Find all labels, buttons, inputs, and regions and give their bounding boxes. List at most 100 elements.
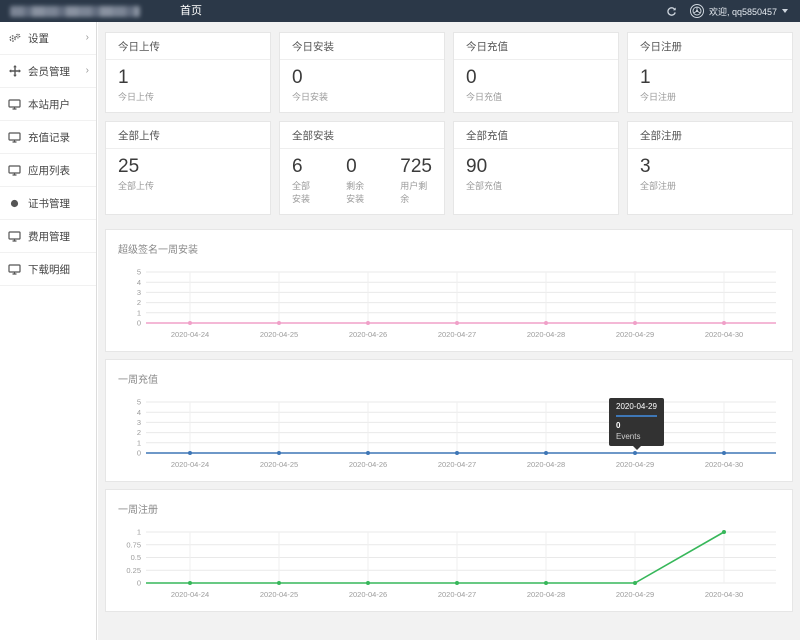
metric: 6 全部安装	[292, 156, 316, 205]
line-chart: 0123452020-04-242020-04-252020-04-262020…	[118, 268, 780, 344]
metric-label: 全部充值	[466, 179, 502, 192]
chevron-right-icon: ›	[86, 33, 89, 43]
sidebar-item-label: 本站用户	[28, 97, 70, 112]
welcome-text: 欢迎, qq5850457	[709, 5, 777, 18]
svg-text:2020-04-24: 2020-04-24	[171, 460, 209, 469]
desktop-icon	[7, 132, 22, 143]
metric-value: 0	[346, 156, 370, 178]
chart-canvas[interactable]: 0123452020-04-242020-04-252020-04-262020…	[118, 398, 780, 474]
metric-value: 1	[640, 67, 676, 89]
metric-value: 1	[118, 67, 154, 89]
sidebar-item-4[interactable]: 充值记录	[0, 121, 96, 154]
svg-text:2020-04-30: 2020-04-30	[705, 460, 743, 469]
metric-label: 剩余安装	[346, 179, 370, 205]
stat-card-body: 90 全部充值	[454, 149, 618, 201]
chart-panel-2: 一周充值 0123452020-04-242020-04-252020-04-2…	[105, 359, 793, 482]
stat-card: 全部安装 6 全部安装 0 剩余安装 725 用户剩余	[279, 121, 445, 215]
svg-text:1: 1	[137, 438, 141, 447]
svg-text:5: 5	[137, 268, 141, 277]
metric: 25 全部上传	[118, 156, 154, 192]
svg-text:1: 1	[137, 528, 141, 537]
stat-card-body: 1 今日上传	[106, 60, 270, 112]
metric-label: 用户剩余	[400, 179, 432, 205]
stat-card-title: 今日安装	[280, 33, 444, 60]
svg-text:2020-04-26: 2020-04-26	[349, 460, 387, 469]
sidebar-item-2[interactable]: 会员管理 ›	[0, 55, 96, 88]
cogs-icon	[7, 33, 22, 44]
stat-cards-row-today: 今日上传 1 今日上传 今日安装 0 今日安装 今日充值 0 今日充值 今日注册…	[105, 32, 793, 113]
svg-text:5: 5	[137, 398, 141, 407]
brand-logo-blurred[interactable]	[10, 6, 140, 17]
sidebar-item-label: 应用列表	[28, 163, 70, 178]
sidebar-item-label: 充值记录	[28, 130, 70, 145]
svg-text:2020-04-29: 2020-04-29	[616, 590, 654, 599]
svg-text:0: 0	[137, 319, 141, 328]
stat-card-title: 今日注册	[628, 33, 792, 60]
stat-card-title: 全部安装	[280, 122, 444, 149]
move-icon	[7, 65, 22, 77]
svg-text:2020-04-24: 2020-04-24	[171, 590, 209, 599]
stat-card: 今日上传 1 今日上传	[105, 32, 271, 113]
metric-label: 全部安装	[292, 179, 316, 205]
svg-text:2020-04-28: 2020-04-28	[527, 330, 565, 339]
metric: 3 全部注册	[640, 156, 676, 192]
metric-value: 0	[466, 67, 502, 89]
tooltip-caret-icon	[633, 446, 641, 450]
stat-card-body: 0 今日充值	[454, 60, 618, 112]
chart-tooltip: 2020-04-29 0 Events	[609, 398, 664, 446]
svg-text:0: 0	[137, 579, 141, 588]
tooltip-label: Events	[616, 432, 657, 441]
svg-text:0.25: 0.25	[126, 566, 141, 575]
svg-text:3: 3	[137, 418, 141, 427]
stat-card-body: 3 全部注册	[628, 149, 792, 201]
sidebar-item-7[interactable]: 费用管理	[0, 220, 96, 253]
metric: 1 今日注册	[640, 67, 676, 103]
metric-value: 0	[292, 67, 328, 89]
refresh-icon[interactable]	[666, 6, 677, 17]
metric-label: 全部注册	[640, 179, 676, 192]
stat-card: 全部上传 25 全部上传	[105, 121, 271, 215]
stat-card-title: 全部充值	[454, 122, 618, 149]
svg-text:2020-04-29: 2020-04-29	[616, 460, 654, 469]
chart-title: 超级签名一周安装	[118, 241, 780, 256]
svg-text:2020-04-25: 2020-04-25	[260, 590, 298, 599]
sidebar-item-label: 费用管理	[28, 229, 70, 244]
stat-card-body: 6 全部安装 0 剩余安装 725 用户剩余	[280, 149, 444, 214]
svg-text:2020-04-27: 2020-04-27	[438, 330, 476, 339]
chart-canvas[interactable]: 0123452020-04-242020-04-252020-04-262020…	[118, 268, 780, 344]
svg-text:2020-04-27: 2020-04-27	[438, 460, 476, 469]
circle-icon	[7, 198, 22, 209]
svg-text:2020-04-28: 2020-04-28	[527, 460, 565, 469]
stat-card-body: 0 今日安装	[280, 60, 444, 112]
tab-home[interactable]: 首页	[168, 0, 214, 22]
metric-value: 3	[640, 156, 676, 178]
sidebar-item-label: 下载明细	[28, 262, 70, 277]
metric-label: 今日充值	[466, 90, 502, 103]
sidebar-item-5[interactable]: 应用列表	[0, 154, 96, 187]
chevron-down-icon	[782, 9, 788, 13]
svg-text:3: 3	[137, 288, 141, 297]
stat-card: 今日充值 0 今日充值	[453, 32, 619, 113]
line-chart: 00.250.50.7512020-04-242020-04-252020-04…	[118, 528, 780, 604]
sidebar-item-3[interactable]: 本站用户	[0, 88, 96, 121]
svg-text:2: 2	[137, 298, 141, 307]
metric: 0 今日安装	[292, 67, 328, 103]
svg-text:2020-04-25: 2020-04-25	[260, 330, 298, 339]
svg-text:4: 4	[137, 278, 141, 287]
sidebar-item-6[interactable]: 证书管理	[0, 187, 96, 220]
metric-label: 今日安装	[292, 90, 328, 103]
stat-card: 今日注册 1 今日注册	[627, 32, 793, 113]
sidebar-item-1[interactable]: 设置 ›	[0, 22, 96, 55]
desktop-icon	[7, 264, 22, 275]
metric-label: 全部上传	[118, 179, 154, 192]
metric: 0 剩余安装	[346, 156, 370, 205]
svg-text:2020-04-27: 2020-04-27	[438, 590, 476, 599]
navbar-right: 欢迎, qq5850457	[666, 4, 800, 18]
user-menu[interactable]: 欢迎, qq5850457	[690, 4, 788, 18]
svg-text:2020-04-30: 2020-04-30	[705, 590, 743, 599]
metric: 90 全部充值	[466, 156, 502, 192]
chart-title: 一周注册	[118, 501, 780, 516]
chart-canvas[interactable]: 00.250.50.7512020-04-242020-04-252020-04…	[118, 528, 780, 604]
sidebar-item-8[interactable]: 下载明细	[0, 253, 96, 286]
metric-value: 25	[118, 156, 154, 178]
